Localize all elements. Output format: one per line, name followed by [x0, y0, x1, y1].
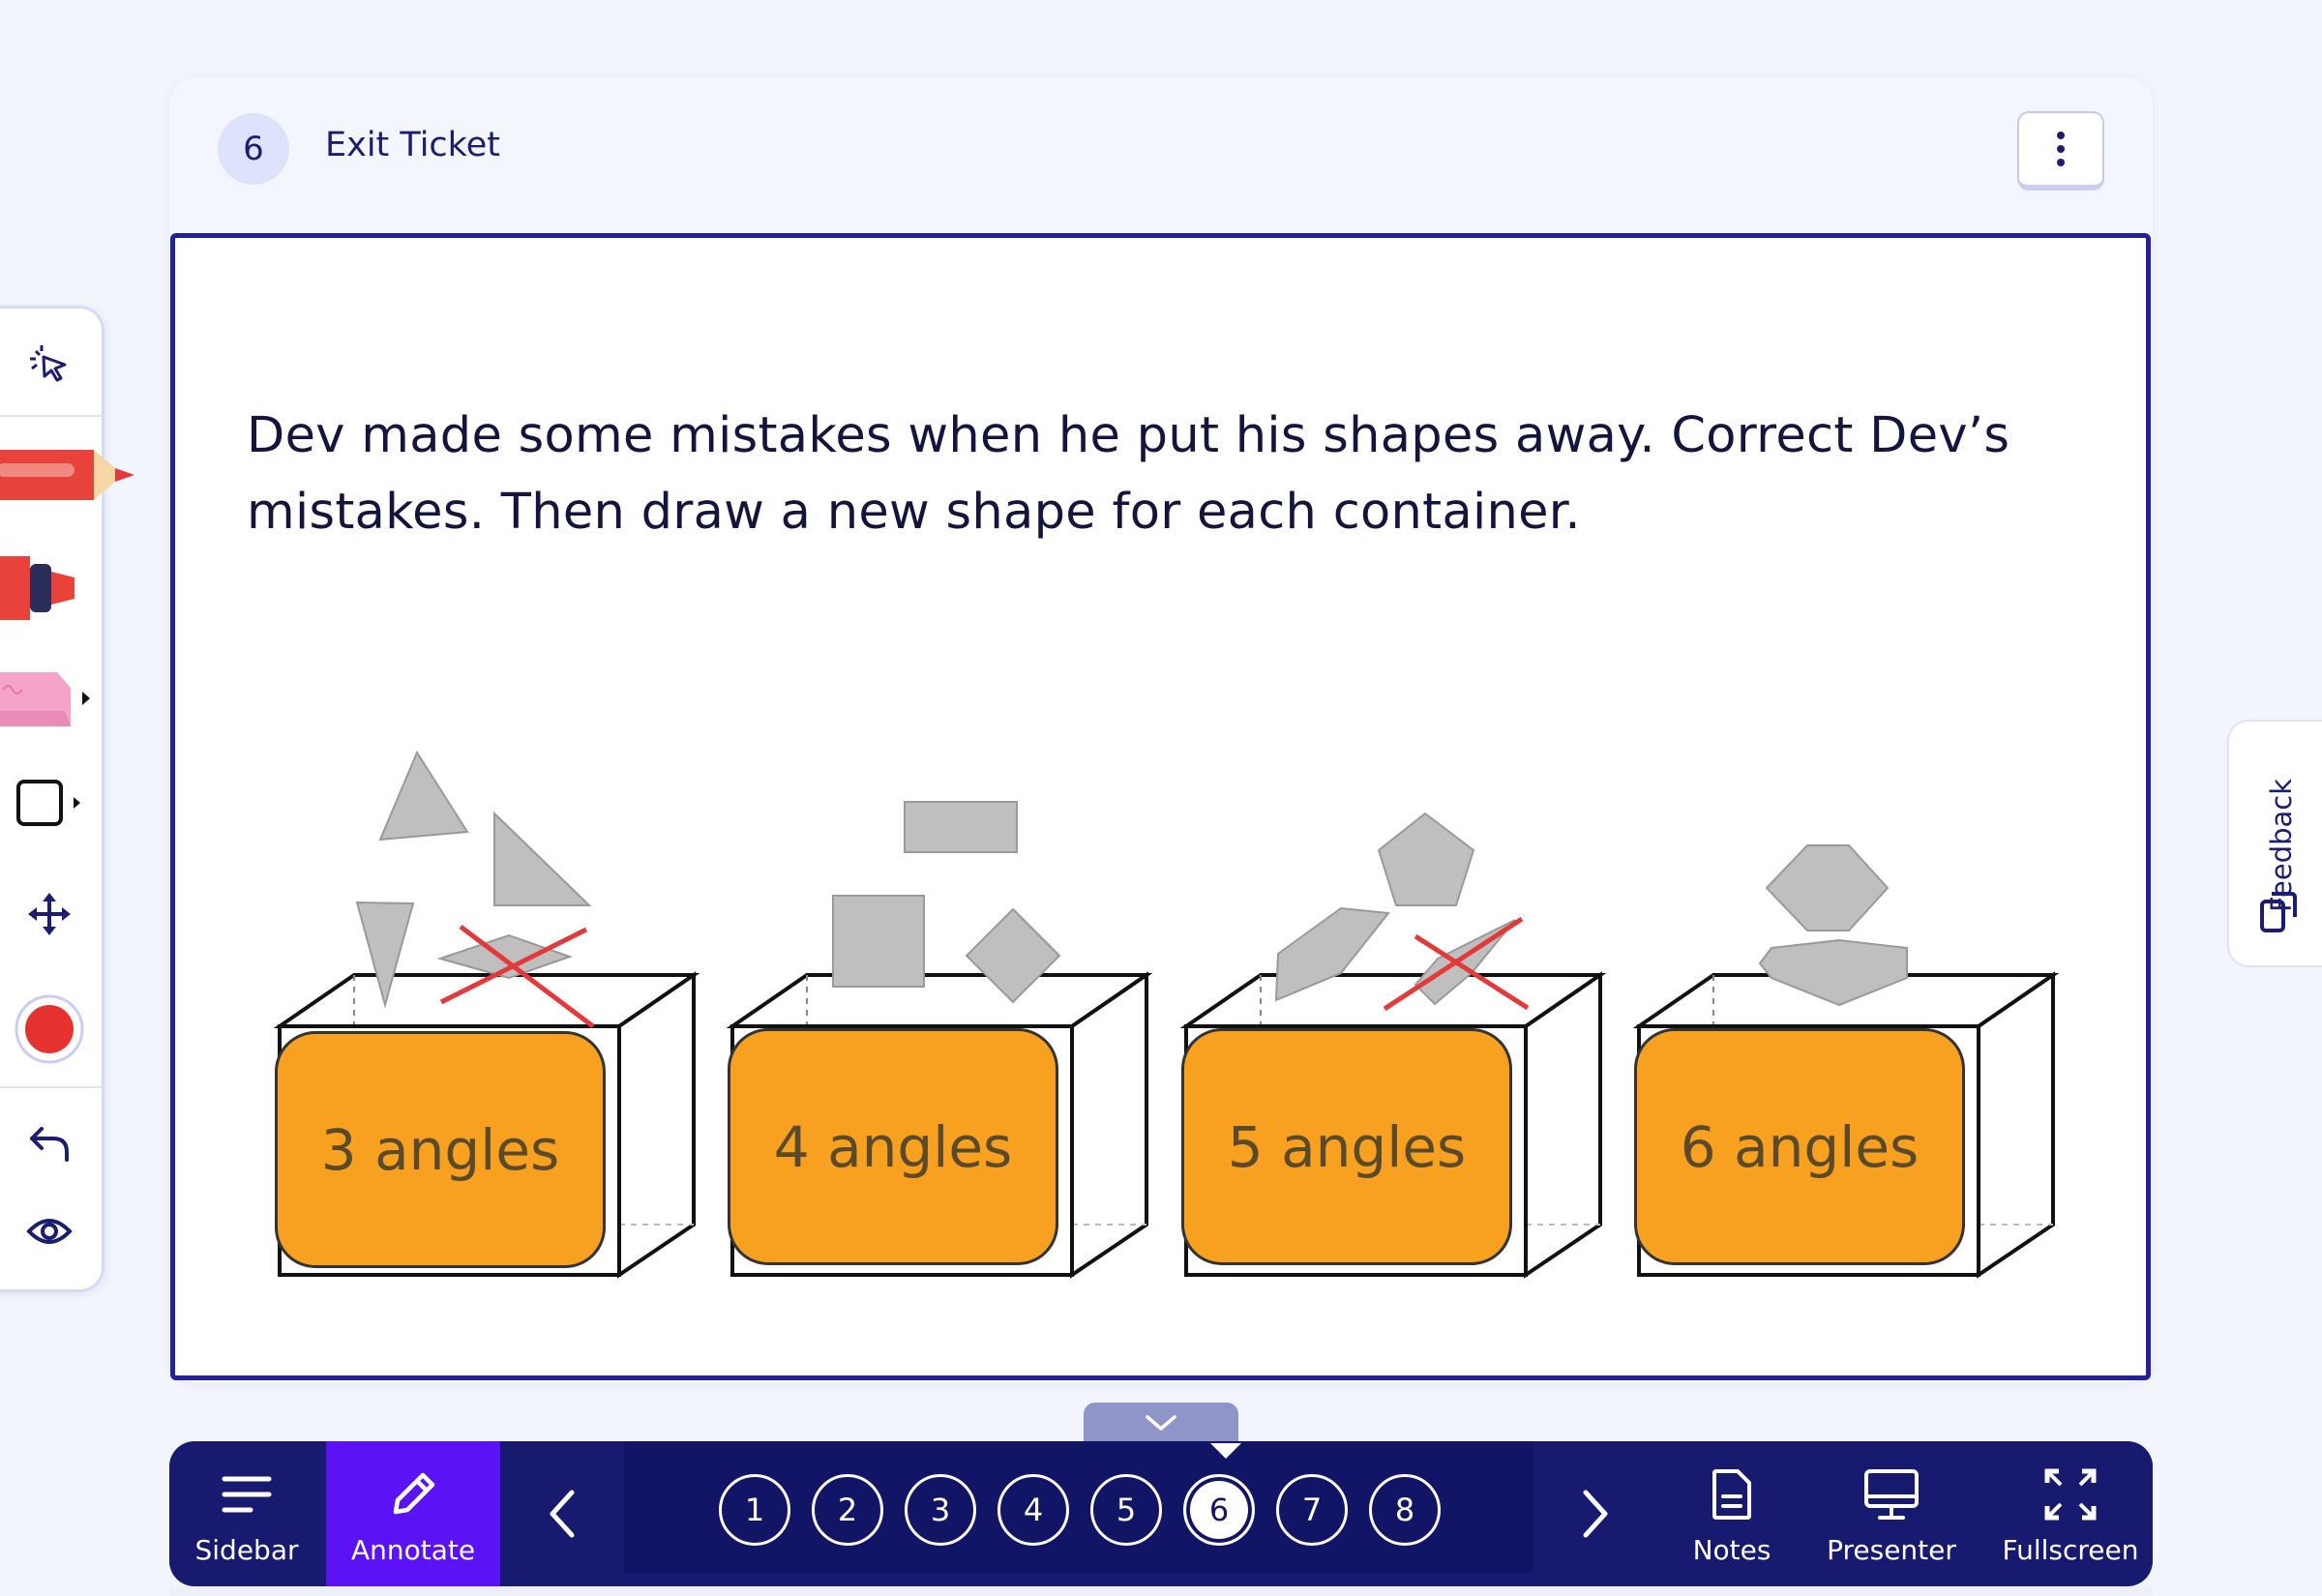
page-button-7[interactable]: 7 [1276, 1474, 1348, 1546]
fullscreen-button[interactable]: Fullscreen [1988, 1441, 2153, 1586]
marker-icon [0, 556, 74, 620]
page-button-8[interactable]: 8 [1369, 1474, 1441, 1546]
eye-icon [26, 1219, 73, 1244]
shape-tool[interactable] [0, 779, 102, 829]
page-button-5[interactable]: 5 [1090, 1474, 1162, 1546]
next-slide-button[interactable] [1543, 1441, 1650, 1586]
pencil-icon [0, 450, 134, 500]
page-button-6-current[interactable]: 6 [1183, 1474, 1255, 1546]
container-label-4-angles: 4 angles [728, 1028, 1058, 1265]
document-icon [1712, 1469, 1751, 1520]
slide-title: Exit Ticket [325, 126, 500, 164]
notes-button[interactable]: Notes [1669, 1441, 1795, 1586]
annotate-label: Annotate [350, 1534, 476, 1566]
notes-label: Notes [1692, 1534, 1771, 1566]
container-label-text: 6 angles [1680, 1113, 1920, 1180]
eraser-tool[interactable] [0, 668, 102, 726]
page-button-4[interactable]: 4 [997, 1474, 1069, 1546]
slide-pager: 1 2 3 4 5 6 7 8 [624, 1441, 1533, 1573]
toolbar-divider [0, 415, 102, 417]
chevron-down-icon [1146, 1415, 1176, 1431]
pencil-tool[interactable] [0, 442, 134, 510]
toolbar-divider [0, 1086, 102, 1088]
fullscreen-label: Fullscreen [2002, 1534, 2139, 1566]
pencil-outline-icon [393, 1472, 435, 1515]
footer-strip [169, 1586, 2153, 1596]
previous-slide-button[interactable] [508, 1441, 614, 1586]
presenter-button[interactable]: Presenter [1804, 1441, 1979, 1586]
fullscreen-icon [2044, 1468, 2097, 1521]
color-picker[interactable] [0, 993, 102, 1065]
container-label-6-angles: 6 angles [1634, 1028, 1965, 1265]
current-slide-indicator [1210, 1443, 1241, 1459]
annotation-toolbar [0, 306, 134, 1292]
laser-pointer-icon [30, 345, 67, 382]
container-label-5-angles: 5 angles [1181, 1028, 1512, 1265]
eraser-icon [0, 672, 90, 726]
container-label-text: 4 angles [773, 1113, 1013, 1180]
laser-pointer-tool[interactable] [0, 341, 102, 388]
container-label-text: 5 angles [1227, 1113, 1467, 1180]
annotate-button[interactable]: Annotate [326, 1441, 500, 1586]
page-button-3[interactable]: 3 [905, 1474, 976, 1546]
marker-tool[interactable] [0, 556, 102, 620]
collapse-toolbar-button[interactable] [1084, 1403, 1238, 1443]
slide-number-badge: 6 [218, 113, 289, 185]
menu-lines-icon [222, 1476, 272, 1513]
sidebar-button[interactable]: Sidebar [169, 1441, 324, 1586]
undo-icon [30, 1127, 69, 1162]
container-label-text: 3 angles [320, 1116, 560, 1183]
visibility-toggle[interactable] [0, 1212, 102, 1251]
undo-button[interactable] [0, 1119, 102, 1166]
monitor-icon [1864, 1469, 1919, 1520]
sidebar-label: Sidebar [194, 1534, 299, 1566]
color-swatch [15, 994, 84, 1064]
more-options-button[interactable] [2017, 111, 2104, 191]
page-button-1[interactable]: 1 [719, 1474, 790, 1546]
move-icon [28, 893, 71, 935]
kebab-menu-icon [2057, 132, 2065, 166]
page-button-2[interactable]: 2 [812, 1474, 883, 1546]
presentation-bottom-bar: Sidebar Annotate 1 2 3 4 5 6 7 8 Notes P… [169, 1441, 2153, 1586]
chevron-left-icon [550, 1490, 575, 1538]
chevron-right-icon [1583, 1490, 1608, 1538]
presenter-label: Presenter [1827, 1534, 1956, 1566]
feedback-icon [2260, 892, 2297, 932]
slide-canvas[interactable]: Dev made some mistakes when he put his s… [170, 233, 2151, 1380]
rectangle-icon [16, 780, 80, 826]
container-label-3-angles: 3 angles [275, 1031, 606, 1268]
move-tool[interactable] [0, 891, 102, 937]
feedback-tab[interactable]: Feedback [2227, 720, 2322, 967]
